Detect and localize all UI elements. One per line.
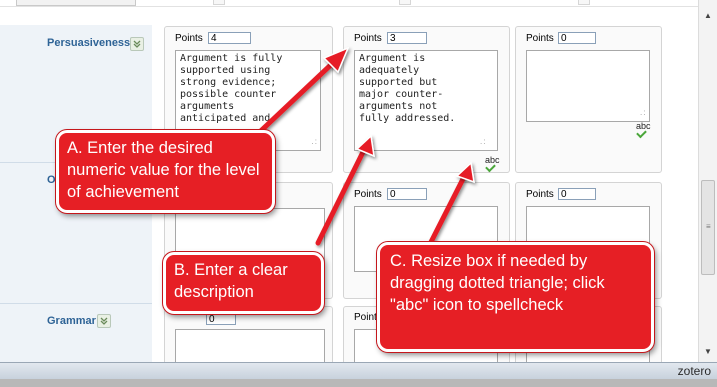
callout-c: C. Resize box if needed by dragging dott… xyxy=(377,242,654,352)
arrowhead xyxy=(355,134,375,158)
arrowhead xyxy=(455,161,475,184)
arrow-to-description xyxy=(315,145,368,246)
callout-a: A. Enter the desired numeric value for t… xyxy=(56,130,275,213)
callout-b: B. Enter a clear description xyxy=(163,252,324,314)
arrow-to-resize-grip xyxy=(427,172,468,247)
